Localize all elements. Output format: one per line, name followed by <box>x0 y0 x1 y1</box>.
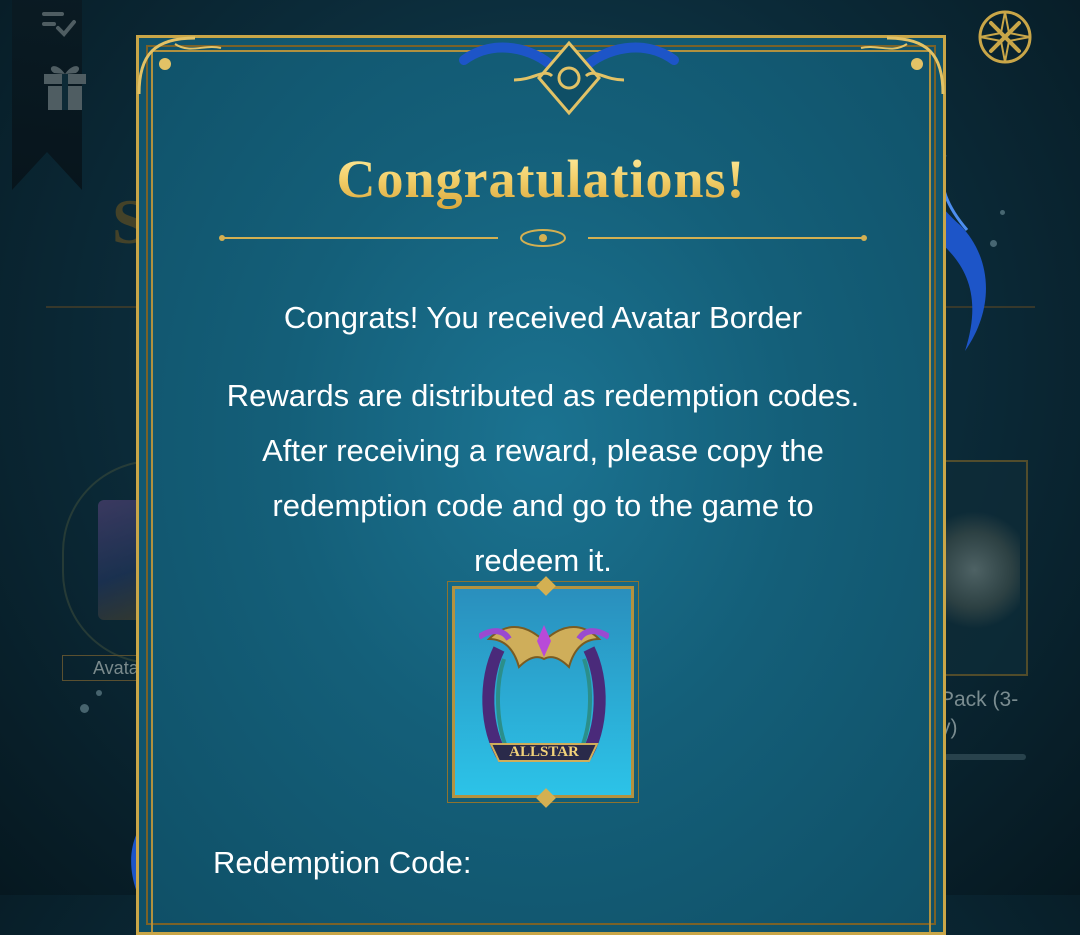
frame-ornament <box>536 788 556 808</box>
check-list-icon[interactable] <box>40 6 76 42</box>
top-crest-ornament <box>459 40 679 116</box>
background-label-line: Pack (3- <box>940 688 1019 711</box>
title-divider <box>219 229 867 247</box>
instruction-line: Rewards are distributed as redemption co… <box>226 378 860 413</box>
gift-icon[interactable] <box>40 58 90 112</box>
reward-instructions: Rewards are distributed as redemption co… <box>163 368 923 588</box>
corner-ornament <box>860 36 945 95</box>
reward-image-frame: ALLSTAR <box>447 576 639 808</box>
instruction-line: redemption code and go to the game to <box>272 488 814 523</box>
reward-modal: Congratulations! Congrats! You received … <box>136 35 946 935</box>
bubble <box>80 704 89 713</box>
background-progress-bar <box>944 754 1026 760</box>
bubble <box>96 690 102 696</box>
allstar-badge-text: ALLSTAR <box>509 744 579 760</box>
background-pack-image <box>944 500 1020 640</box>
instruction-line: After receiving a reward, please copy th… <box>262 433 824 468</box>
corner-ornament <box>137 36 222 95</box>
background-divider <box>46 306 141 308</box>
close-icon[interactable] <box>974 6 1036 68</box>
redemption-code-label: Redemption Code: <box>213 845 472 880</box>
reward-headline: Congrats! You received Avatar Border <box>283 300 803 335</box>
modal-title: Congratulations! <box>139 148 943 210</box>
background-reward-label-right: Pack (3- y) <box>940 686 1018 742</box>
background-label-line: y) <box>940 716 958 739</box>
bubble <box>1000 210 1005 215</box>
